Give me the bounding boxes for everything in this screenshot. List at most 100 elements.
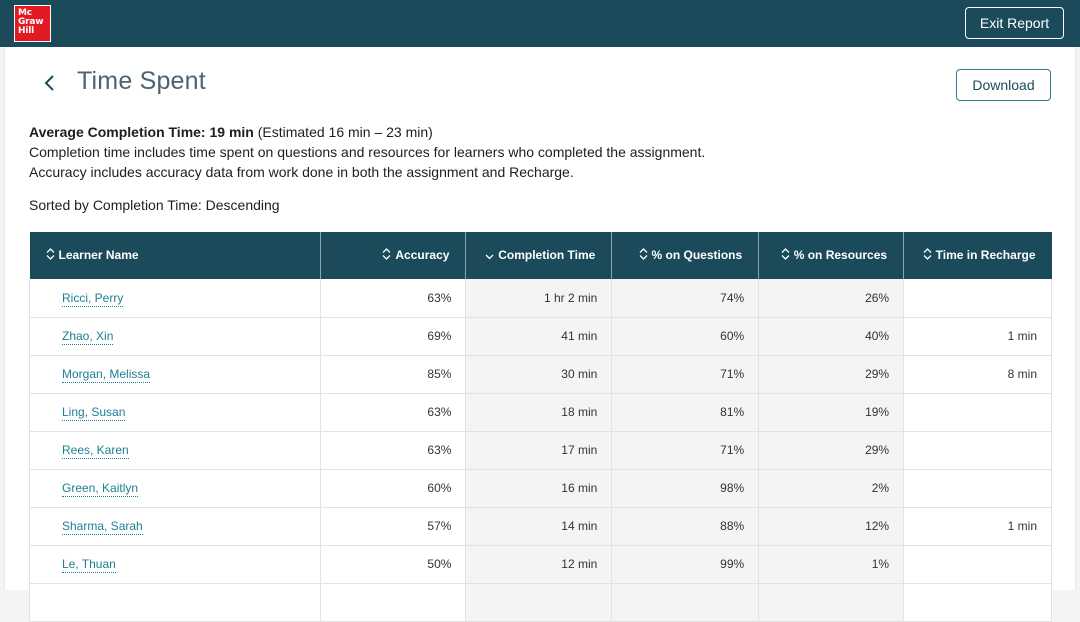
mcgraw-hill-logo: Mc Graw Hill xyxy=(14,5,51,42)
table-row xyxy=(29,583,1052,622)
back-chevron-icon[interactable] xyxy=(43,71,63,95)
learner-name-link[interactable]: Ricci, Perry xyxy=(62,290,124,307)
learner-time-table: Learner Name Accuracy Completion Time % on … xyxy=(29,232,1052,622)
percent-on-resources-value: 19% xyxy=(865,405,890,419)
completion-time-value: 18 min xyxy=(561,405,598,419)
column-header-completion-time[interactable]: Completion Time xyxy=(465,232,613,279)
learner-name-link[interactable]: Rees, Karen xyxy=(62,443,129,459)
cell-percent-on-questions: 60% xyxy=(611,317,760,356)
cell-percent-on-resources: 26% xyxy=(758,279,905,318)
cell-percent-on-questions: 88% xyxy=(611,507,760,546)
accuracy-value: 60% xyxy=(427,481,452,495)
percent-on-questions-value: 98% xyxy=(720,481,745,495)
cell-accuracy: 69% xyxy=(320,317,467,356)
cell-time-in-recharge xyxy=(903,469,1052,508)
completion-time-value: 30 min xyxy=(561,367,598,381)
column-header-percent-on-resources[interactable]: % on Resources xyxy=(758,232,905,279)
learner-name-link[interactable]: Zhao, Xin xyxy=(62,329,114,345)
exit-report-button[interactable]: Exit Report xyxy=(965,7,1064,39)
cell-time-in-recharge: 1 min xyxy=(903,507,1052,546)
cell-percent-on-resources xyxy=(758,583,905,622)
cell-accuracy: 63% xyxy=(320,279,467,318)
percent-on-resources-value: 40% xyxy=(865,329,890,343)
accuracy-value: 63% xyxy=(427,405,452,419)
learner-name-link[interactable]: Green, Kaitlyn xyxy=(62,481,139,497)
cell-learner-name: Le, Thuan xyxy=(29,545,321,584)
cell-percent-on-resources: 40% xyxy=(758,317,905,356)
cell-percent-on-resources: 1% xyxy=(758,545,905,584)
column-header-label: % on Resources xyxy=(793,247,888,262)
percent-on-resources-value: 12% xyxy=(865,519,890,533)
cell-percent-on-questions: 98% xyxy=(611,469,760,508)
accuracy-value: 63% xyxy=(427,443,452,457)
report-page: Time Spent Download Average Completion T… xyxy=(4,47,1076,622)
learner-name-link[interactable]: Ling, Susan xyxy=(62,405,126,421)
table-row: Ling, Susan 63% 18 min 81% 19% xyxy=(29,393,1052,432)
cell-accuracy: 57% xyxy=(320,507,467,546)
table-row: Zhao, Xin 69% 41 min 60% 40% 1 min xyxy=(29,317,1052,356)
cell-time-in-recharge xyxy=(903,583,1052,622)
percent-on-questions-value: 81% xyxy=(720,405,745,419)
cell-percent-on-resources: 19% xyxy=(758,393,905,432)
column-header-learner-name[interactable]: Learner Name xyxy=(29,232,321,279)
sort-unsorted-icon xyxy=(923,248,932,263)
percent-on-resources-value: 2% xyxy=(871,481,890,495)
table-row: Green, Kaitlyn 60% 16 min 98% 2% xyxy=(29,469,1052,508)
completion-time-value: 1 hr 2 min xyxy=(543,290,598,305)
column-header-label: % on Questions xyxy=(651,247,743,262)
completion-time-value: 17 min xyxy=(561,443,598,457)
learner-name-link[interactable]: Morgan, Melissa xyxy=(62,367,151,383)
cell-percent-on-resources: 12% xyxy=(758,507,905,546)
learner-name-link[interactable]: Le, Thuan xyxy=(62,557,116,573)
accuracy-value: 85% xyxy=(427,367,452,381)
completion-time-value: 14 min xyxy=(561,519,598,533)
page-title: Time Spent xyxy=(77,67,206,95)
sort-descending-icon xyxy=(485,249,494,263)
cell-percent-on-questions: 81% xyxy=(611,393,760,432)
time-in-recharge-value: 8 min xyxy=(1007,367,1037,381)
column-header-label: Learner Name xyxy=(58,247,139,262)
percent-on-questions-value: 99% xyxy=(720,557,745,571)
column-header-accuracy[interactable]: Accuracy xyxy=(320,232,467,279)
table-row: Le, Thuan 50% 12 min 99% 1% xyxy=(29,545,1052,584)
accuracy-value: 63% xyxy=(427,290,452,305)
cell-time-in-recharge xyxy=(903,393,1052,432)
percent-on-questions-value: 74% xyxy=(720,290,745,305)
time-in-recharge-value: 1 min xyxy=(1007,519,1037,533)
cell-learner-name: Green, Kaitlyn xyxy=(29,469,321,508)
column-header-time-in-recharge[interactable]: Time in Recharge xyxy=(903,232,1052,279)
average-completion-label: Average Completion Time: 19 min xyxy=(29,124,254,140)
cell-completion-time: 14 min xyxy=(465,507,613,546)
cell-completion-time xyxy=(465,583,613,622)
cell-accuracy: 60% xyxy=(320,469,467,508)
cell-learner-name xyxy=(29,583,321,622)
average-completion-line: Average Completion Time: 19 min (Estimat… xyxy=(29,122,705,142)
cell-time-in-recharge xyxy=(903,279,1052,318)
cell-completion-time: 16 min xyxy=(465,469,613,508)
top-bar: Mc Graw Hill Exit Report xyxy=(0,0,1080,47)
column-header-percent-on-questions[interactable]: % on Questions xyxy=(611,232,760,279)
download-button[interactable]: Download xyxy=(956,69,1051,101)
cell-accuracy: 63% xyxy=(320,393,467,432)
cell-percent-on-resources: 29% xyxy=(758,355,905,394)
percent-on-questions-value: 88% xyxy=(720,519,745,533)
sort-unsorted-icon xyxy=(46,248,55,263)
completion-note: Completion time includes time spent on q… xyxy=(29,144,706,160)
sort-status: Sorted by Completion Time: Descending xyxy=(29,197,280,213)
sort-unsorted-icon xyxy=(382,248,391,263)
percent-on-resources-value: 29% xyxy=(865,443,890,457)
cell-percent-on-questions: 71% xyxy=(611,431,760,470)
learner-name-link[interactable]: Sharma, Sarah xyxy=(62,519,143,535)
sort-unsorted-icon xyxy=(639,248,648,263)
table-row: Rees, Karen 63% 17 min 71% 29% xyxy=(29,431,1052,470)
accuracy-value: 69% xyxy=(427,329,452,343)
time-in-recharge-value: 1 min xyxy=(1007,329,1037,343)
accuracy-value: 57% xyxy=(427,519,452,533)
sort-unsorted-icon xyxy=(781,248,790,263)
percent-on-questions-value: 60% xyxy=(720,329,745,343)
cell-percent-on-questions: 71% xyxy=(611,355,760,394)
cell-completion-time: 41 min xyxy=(465,317,613,356)
percent-on-resources-value: 29% xyxy=(865,367,890,381)
average-completion-estimate: (Estimated 16 min – 23 min) xyxy=(253,124,433,140)
accuracy-value: 50% xyxy=(427,557,452,571)
